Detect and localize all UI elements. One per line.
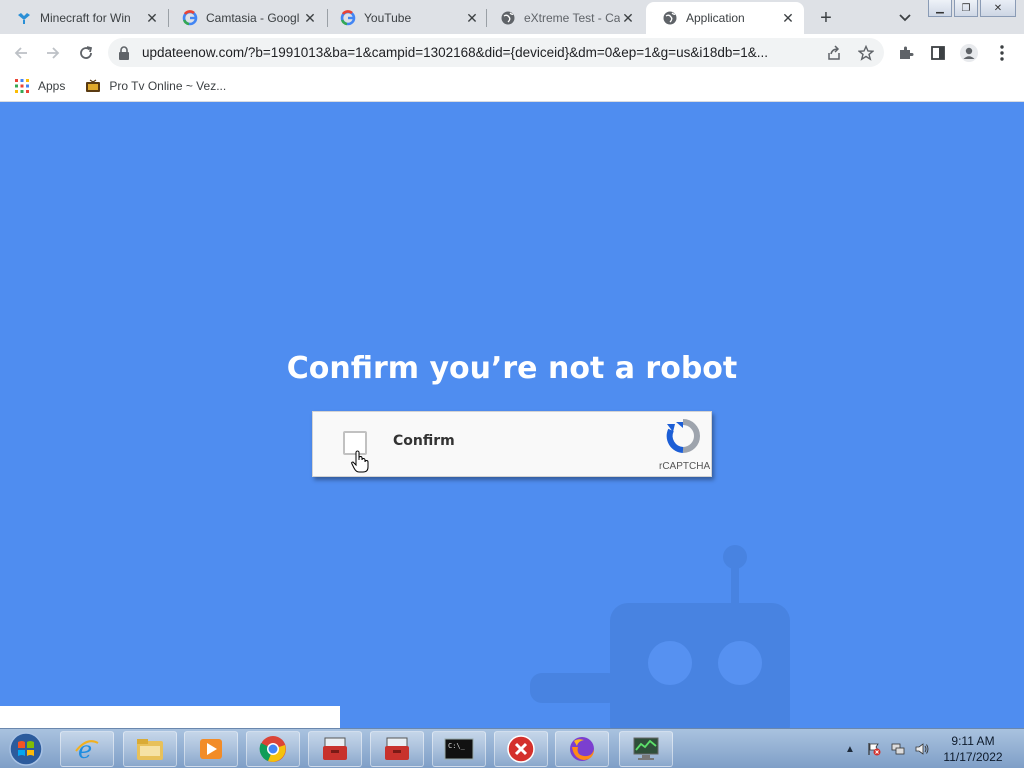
network-icon[interactable] [890, 741, 906, 757]
close-icon[interactable]: ✕ [780, 10, 796, 26]
windows-logo-icon [9, 732, 43, 766]
arrow-right-icon [47, 47, 60, 59]
tab-title: Application [686, 11, 745, 25]
svg-text:e: e [78, 736, 92, 763]
tab-strip: Minecraft for Win ✕ Camtasia - Googl ✕ Y… [0, 0, 1024, 34]
taskbar-network-monitor[interactable] [619, 731, 673, 767]
media-player-icon [200, 739, 222, 759]
forward-button[interactable] [40, 40, 66, 66]
page-content: Confirm you’re not a robot Confirm rCAPT… [0, 103, 1024, 728]
folder-icon [137, 739, 163, 760]
toolbox-icon [323, 737, 347, 760]
reload-button[interactable] [73, 40, 99, 66]
minimize-button[interactable]: ▁ [928, 0, 952, 17]
profile-avatar-icon[interactable] [958, 42, 980, 64]
url-text: updateenow.com/?b=1991013&ba=1&campid=13… [142, 45, 769, 60]
taskbar-toolbox-app[interactable] [308, 731, 362, 767]
taskbar-toolbox-app-2[interactable] [370, 731, 424, 767]
show-hidden-icons-icon[interactable]: ▲ [842, 741, 858, 757]
close-icon[interactable]: ✕ [302, 10, 318, 26]
taskbar-media-player[interactable] [184, 731, 238, 767]
lock-icon [118, 45, 130, 60]
bookmark-label: Pro Tv Online ~ Vez... [109, 79, 227, 93]
bookmark-star-icon[interactable] [856, 43, 876, 63]
close-icon[interactable]: ✕ [464, 10, 480, 26]
new-tab-button[interactable]: + [814, 6, 838, 30]
more-vertical-icon[interactable] [991, 42, 1013, 64]
arrow-left-icon [14, 47, 27, 59]
tab-title: Camtasia - Googl [206, 11, 300, 25]
taskbar-chrome[interactable] [246, 731, 300, 767]
captcha-brand: rCAPTCHA [659, 461, 711, 472]
bookmark-label: Apps [38, 79, 66, 93]
start-button[interactable] [4, 731, 48, 767]
captcha-logo: rCAPTCHA [659, 418, 711, 474]
taskbar: e C:\_ ▲ 9:11 AM 11/17/2022 [0, 728, 1024, 768]
taskbar-internet-explorer[interactable]: e [60, 731, 114, 767]
chrome-icon [259, 736, 286, 762]
error-x-icon [507, 735, 535, 763]
close-icon[interactable]: ✕ [620, 10, 636, 26]
recaptcha-arrows-icon [666, 419, 700, 453]
taskbar-file-explorer[interactable] [123, 731, 177, 767]
toolbox-icon [385, 737, 409, 760]
chevron-down-icon[interactable] [895, 8, 915, 28]
svg-text:C:\_: C:\_ [448, 742, 466, 750]
firefox-icon [570, 737, 594, 761]
command-prompt-icon: C:\_ [444, 738, 474, 760]
taskbar-firefox[interactable] [555, 731, 609, 767]
captcha-widget: Confirm rCAPTCHA [312, 411, 712, 477]
tab-title: YouTube [364, 11, 412, 25]
taskbar-error-app[interactable] [494, 731, 548, 767]
browser-toolbar: updateenow.com/?b=1991013&ba=1&campid=13… [0, 34, 1024, 71]
minecraft-site-icon [16, 10, 32, 26]
google-icon [340, 10, 356, 26]
taskbar-command-prompt[interactable]: C:\_ [432, 731, 486, 767]
side-panel-icon[interactable] [927, 42, 949, 64]
page-title: Confirm you’re not a robot [286, 351, 738, 386]
bookmark-pro-tv[interactable]: Pro Tv Online ~ Vez... [85, 78, 226, 94]
captcha-label: Confirm [393, 433, 455, 449]
close-icon[interactable]: ✕ [144, 10, 160, 26]
window-controls: ▁ ❐ ✕ [928, 0, 1018, 18]
tab-camtasia[interactable]: Camtasia - Googl ✕ [166, 2, 326, 34]
globe-icon [662, 10, 678, 26]
tab-minecraft[interactable]: Minecraft for Win ✕ [0, 2, 168, 34]
reload-icon [80, 46, 93, 59]
hand-cursor-icon [351, 450, 369, 473]
tab-youtube[interactable]: YouTube ✕ [324, 2, 488, 34]
clock-date: 11/17/2022 [943, 750, 1003, 764]
clock-time: 9:11 AM [951, 734, 995, 748]
internet-explorer-icon: e [75, 736, 99, 763]
google-icon [182, 10, 198, 26]
bookmarks-bar: Apps Pro Tv Online ~ Vez... [0, 71, 1024, 102]
globe-icon [500, 10, 516, 26]
close-window-button[interactable]: ✕ [980, 0, 1016, 17]
tab-application[interactable]: Application ✕ [646, 2, 804, 34]
back-button[interactable] [8, 40, 34, 66]
tab-title: Minecraft for Win [40, 11, 131, 25]
share-icon[interactable] [824, 43, 844, 63]
tab-title: eXtreme Test - Ca [524, 11, 620, 25]
address-bar[interactable]: updateenow.com/?b=1991013&ba=1&campid=13… [108, 38, 884, 67]
extensions-icon[interactable] [895, 42, 917, 64]
page-footer-strip [0, 706, 340, 728]
tab-extreme-test[interactable]: eXtreme Test - Ca ✕ [484, 2, 644, 34]
network-monitor-icon [633, 737, 659, 760]
tv-icon [85, 78, 101, 94]
action-center-flag-icon[interactable] [866, 741, 882, 757]
restore-button[interactable]: ❐ [954, 0, 978, 17]
apps-grid-icon [14, 78, 30, 94]
bookmark-apps[interactable]: Apps [14, 78, 65, 94]
taskbar-clock[interactable]: 9:11 AM 11/17/2022 [935, 733, 1011, 765]
robot-watermark-icon [530, 545, 790, 728]
volume-icon[interactable] [914, 741, 930, 757]
